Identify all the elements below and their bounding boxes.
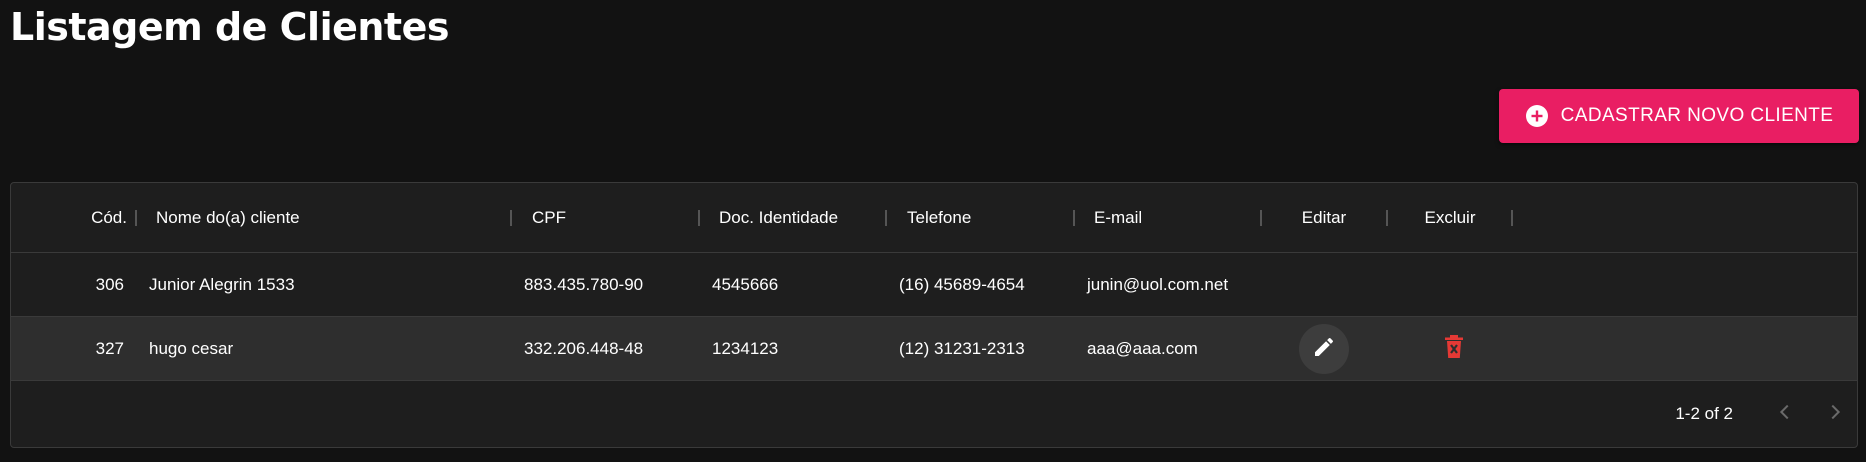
pencil-icon xyxy=(1312,335,1336,364)
clients-table: Cód. Nome do(a) cliente CPF Doc. Identid… xyxy=(10,182,1858,448)
table-footer: 1-2 of 2 xyxy=(11,381,1857,447)
column-separator[interactable] xyxy=(1073,210,1075,226)
column-header-excluir[interactable]: Excluir xyxy=(1388,183,1512,253)
column-header-email[interactable]: E-mail xyxy=(1094,183,1142,253)
trash-icon xyxy=(1443,334,1465,365)
cell-codigo: 327 xyxy=(95,339,124,358)
cell-telefone: (16) 45689-4654 xyxy=(899,275,1025,294)
cell-email: aaa@aaa.com xyxy=(1087,339,1198,358)
chevron-left-icon xyxy=(1774,401,1796,428)
cell-nome: hugo cesar xyxy=(149,339,234,358)
edit-button[interactable] xyxy=(1299,324,1349,374)
cell-email: junin@uol.com.net xyxy=(1087,275,1229,294)
table-header: Cód. Nome do(a) cliente CPF Doc. Identid… xyxy=(11,183,1857,253)
previous-page-button[interactable] xyxy=(1767,396,1803,432)
column-separator[interactable] xyxy=(885,210,887,226)
page-title: Listagem de Clientes xyxy=(10,5,450,49)
cell-codigo: 306 xyxy=(95,275,124,294)
next-page-button[interactable] xyxy=(1817,396,1853,432)
delete-button[interactable] xyxy=(1439,334,1469,364)
column-header-cpf[interactable]: CPF xyxy=(532,183,566,253)
add-client-button[interactable]: CADASTRAR NOVO CLIENTE xyxy=(1499,89,1859,143)
column-separator[interactable] xyxy=(1511,210,1513,226)
column-header-nome[interactable]: Nome do(a) cliente xyxy=(156,183,300,253)
add-client-label: CADASTRAR NOVO CLIENTE xyxy=(1560,105,1834,126)
cell-nome: Junior Alegrin 1533 xyxy=(149,275,295,294)
pagination-info: 1-2 of 2 xyxy=(1675,404,1733,423)
column-separator[interactable] xyxy=(510,210,512,226)
plus-circle-icon xyxy=(1525,104,1549,128)
table-row[interactable]: 327 hugo cesar 332.206.448-48 1234123 (1… xyxy=(11,317,1857,381)
table-row[interactable]: 306 Junior Alegrin 1533 883.435.780-90 4… xyxy=(11,253,1857,317)
cell-cpf: 883.435.780-90 xyxy=(524,275,644,294)
column-separator[interactable] xyxy=(135,210,137,226)
column-separator[interactable] xyxy=(698,210,700,226)
column-header-codigo[interactable]: Cód. xyxy=(51,183,127,253)
cell-cpf: 332.206.448-48 xyxy=(524,339,644,358)
cell-doc-identidade: 1234123 xyxy=(712,339,779,358)
cell-doc-identidade: 4545666 xyxy=(712,275,779,294)
column-header-telefone[interactable]: Telefone xyxy=(907,183,971,253)
column-header-doc-identidade[interactable]: Doc. Identidade xyxy=(719,183,838,253)
chevron-right-icon xyxy=(1824,401,1846,428)
cell-telefone: (12) 31231-2313 xyxy=(899,339,1025,358)
column-header-editar[interactable]: Editar xyxy=(1262,183,1386,253)
